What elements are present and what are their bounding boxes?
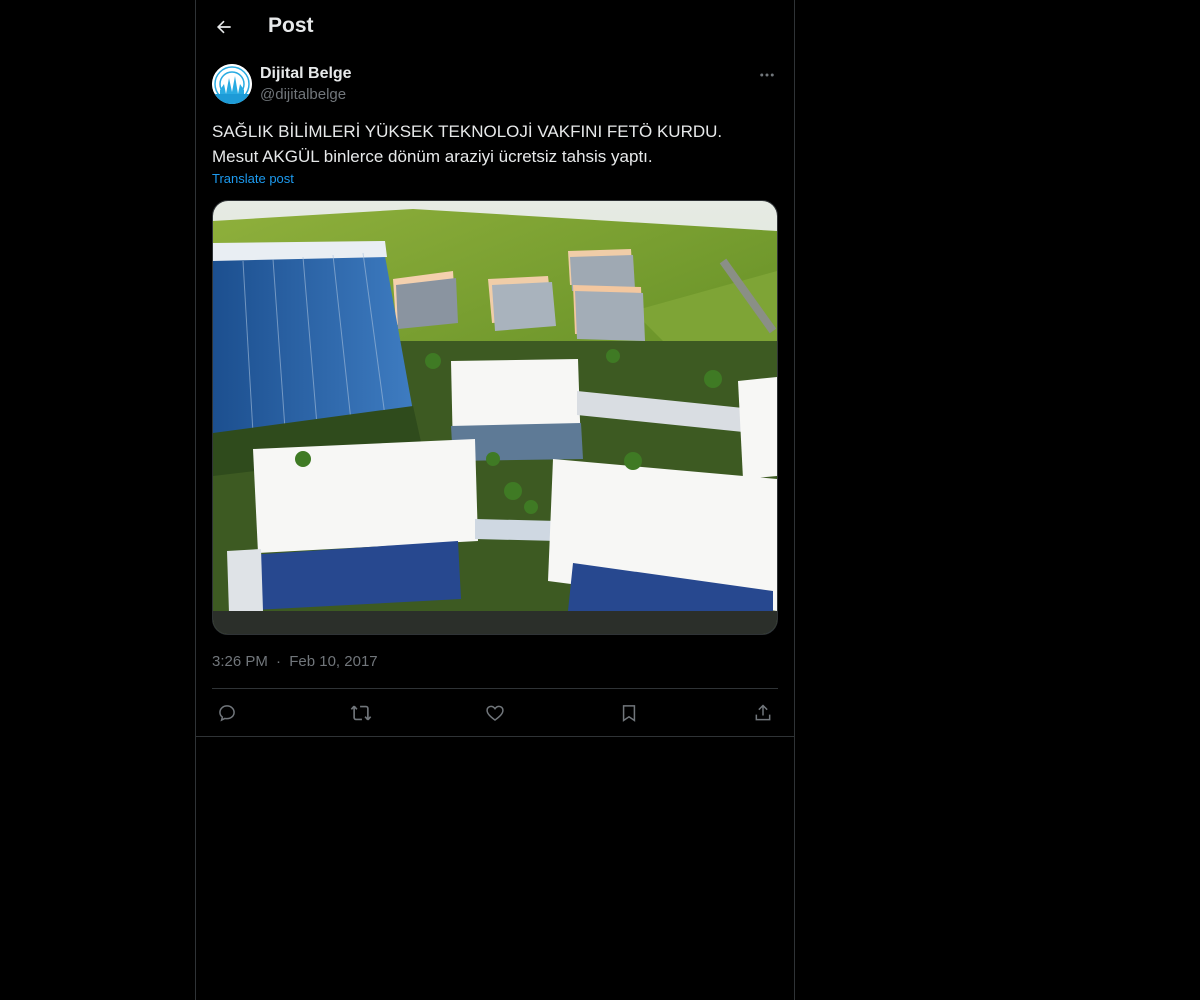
share-icon: [755, 704, 771, 721]
tweet-actions: [212, 701, 778, 725]
reply-icon: [219, 705, 235, 722]
retweet-icon: [350, 705, 372, 721]
dijitalbelge-logo: [212, 64, 252, 104]
header-bar: Post: [196, 0, 794, 54]
translate-post-link[interactable]: Translate post: [212, 171, 294, 186]
back-button[interactable]: [206, 9, 242, 45]
bookmark-icon: [622, 705, 636, 722]
page-title: Post: [268, 14, 314, 37]
bookmark-button[interactable]: [614, 701, 644, 725]
tweet-time[interactable]: 3:26 PM: [212, 653, 268, 670]
like-icon: [486, 705, 504, 722]
tweet-timestamp: 3:26 PM · Feb 10, 2017: [212, 653, 378, 670]
tweet-media-image[interactable]: [212, 200, 778, 635]
tweet-text: SAĞLIK BİLİMLERİ YÜKSEK TEKNOLOJİ VAKFIN…: [212, 122, 723, 166]
arrow-left-icon: [216, 20, 231, 34]
more-icon: [760, 73, 774, 77]
tweet-date[interactable]: Feb 10, 2017: [289, 653, 377, 670]
tweet-bottom-border: [196, 736, 794, 737]
campus-rendering: [213, 201, 777, 634]
main-column: Post Dijital Belge @dijitalbelge SAĞLIK …: [195, 0, 795, 1000]
reply-button[interactable]: [212, 701, 242, 725]
author-handle[interactable]: @dijitalbelge: [260, 86, 346, 103]
like-button[interactable]: [480, 701, 510, 725]
divider: [212, 688, 778, 689]
more-options-button[interactable]: [756, 64, 778, 86]
timestamp-separator: ·: [276, 653, 282, 670]
retweet-button[interactable]: [346, 701, 376, 725]
avatar[interactable]: [212, 64, 252, 104]
share-button[interactable]: [748, 701, 778, 725]
author-name[interactable]: Dijital Belge: [260, 65, 352, 83]
